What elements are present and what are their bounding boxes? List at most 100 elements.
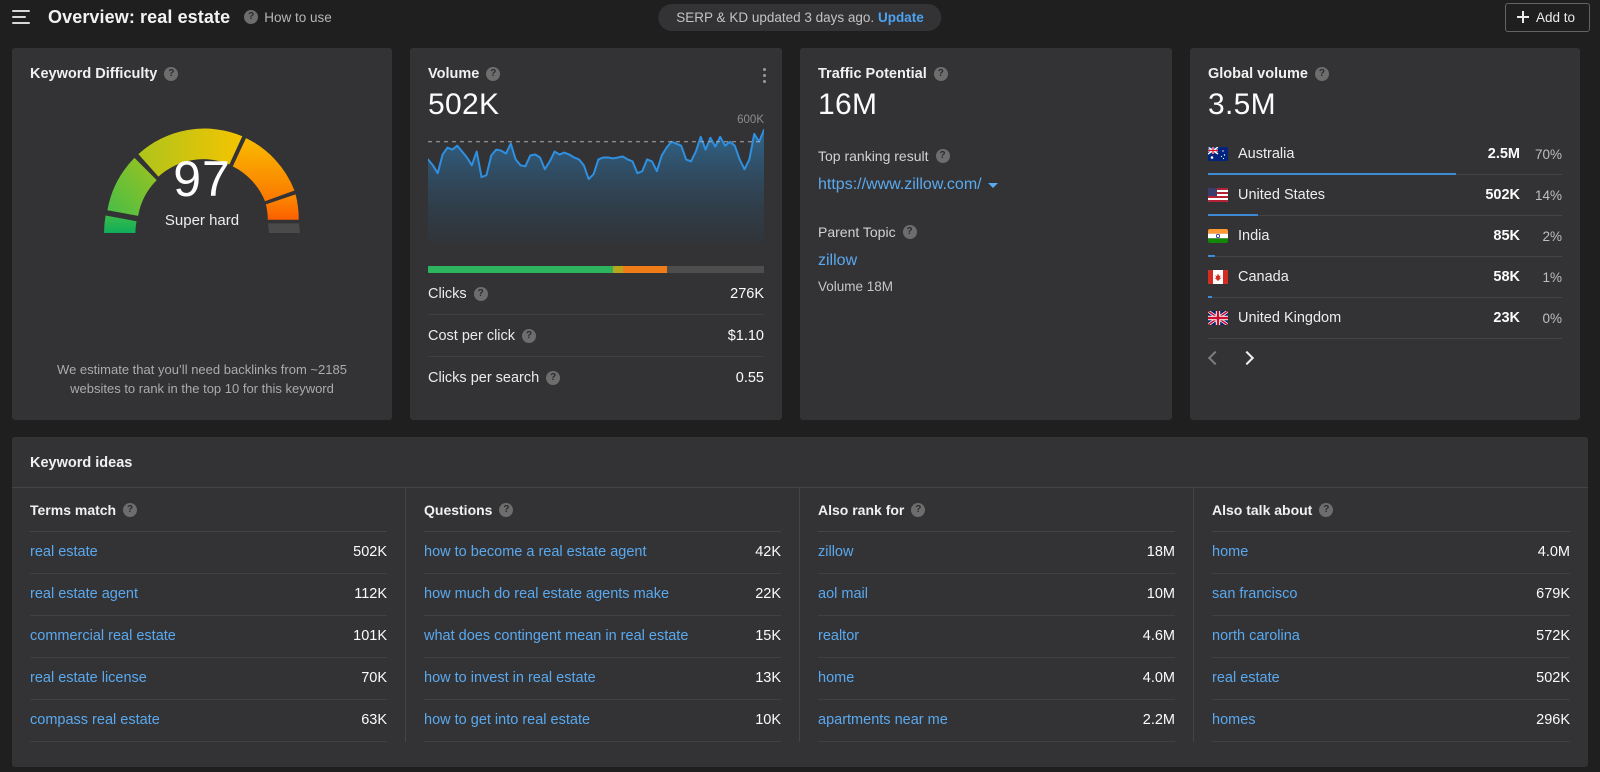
keyword-idea-row[interactable]: how much do real estate agents make 22K — [424, 574, 781, 616]
global-volume-row[interactable]: United States 502K 14% — [1208, 175, 1562, 216]
global-volume-row[interactable]: Canada 58K 1% — [1208, 257, 1562, 298]
country-percent: 1% — [1542, 269, 1562, 285]
plus-icon — [1516, 11, 1529, 23]
keyword-ideas-column-header: Questions? — [424, 488, 781, 532]
help-icon[interactable]: ? — [499, 502, 514, 517]
keyword-difficulty-level: Super hard — [164, 212, 240, 229]
keyword-idea-row[interactable]: commercial real estate 101K — [30, 616, 387, 658]
global-volume-row[interactable]: India 85K 2% — [1208, 216, 1562, 257]
keyword-link[interactable]: what does contingent mean in real estate — [424, 626, 745, 647]
global-volume-value: 3.5M — [1208, 88, 1276, 121]
country-name: Canada — [1238, 269, 1289, 285]
column-label: Also rank for — [818, 501, 905, 518]
help-icon[interactable]: ? — [911, 502, 926, 517]
hamburger-menu-icon[interactable] — [12, 10, 30, 24]
united-states-flag-icon — [1208, 188, 1228, 202]
keyword-ideas-column: Questions? how to become a real estate ag… — [406, 488, 800, 742]
keyword-idea-row[interactable]: san francisco 679K — [1212, 574, 1570, 616]
next-page-icon[interactable] — [1239, 350, 1255, 366]
keyword-idea-row[interactable]: realtor 4.6M — [818, 616, 1175, 658]
keyword-volume: 572K — [1536, 628, 1570, 644]
keyword-idea-row[interactable]: how to become a real estate agent 42K — [424, 532, 781, 574]
keyword-idea-row[interactable]: compass real estate 63K — [30, 700, 387, 742]
help-icon[interactable]: ? — [164, 67, 179, 81]
keyword-link[interactable]: home — [818, 668, 1133, 689]
global-volume-row[interactable]: United Kingdom 23K 0% — [1208, 298, 1562, 339]
keyword-link[interactable]: realtor — [818, 626, 1133, 647]
keyword-idea-row[interactable]: north carolina 572K — [1212, 616, 1570, 658]
keyword-link[interactable]: real estate agent — [30, 584, 344, 605]
keyword-link[interactable]: how much do real estate agents make — [424, 584, 745, 605]
column-label: Terms match — [30, 501, 117, 518]
traffic-potential-header: Traffic Potential ? — [800, 48, 1172, 82]
keyword-idea-row[interactable]: apartments near me 2.2M — [818, 700, 1175, 742]
keyword-idea-row[interactable]: home 4.0M — [1212, 532, 1570, 574]
parent-topic-volume: Volume 18M — [818, 279, 894, 294]
keyword-link[interactable]: north carolina — [1212, 626, 1526, 647]
help-icon[interactable]: ? — [244, 10, 259, 24]
global-volume-row[interactable]: Australia 2.5M 70% — [1208, 134, 1562, 175]
keyword-volume: 4.0M — [1537, 544, 1570, 560]
previous-page-icon[interactable] — [1207, 350, 1223, 366]
volume-options-icon[interactable] — [761, 66, 768, 85]
keyword-link[interactable]: home — [1212, 542, 1528, 563]
keyword-link[interactable]: zillow — [818, 542, 1137, 563]
cost-per-click-label: Cost per click — [428, 327, 516, 344]
parent-topic-link[interactable]: zillow — [800, 252, 1172, 270]
keyword-link[interactable]: commercial real estate — [30, 626, 343, 647]
help-icon[interactable]: ? — [933, 67, 948, 81]
keyword-link[interactable]: homes — [1212, 710, 1526, 731]
top-ranking-result-url[interactable]: https://www.zillow.com/ — [800, 176, 1172, 194]
keyword-difficulty-note: We estimate that you’ll need backlinks f… — [57, 362, 347, 396]
keyword-link[interactable]: apartments near me — [818, 710, 1133, 731]
volume-metric-row: Clicks per search? 0.55 — [428, 357, 764, 399]
keyword-idea-row[interactable]: real estate 502K — [1212, 658, 1570, 700]
help-icon[interactable]: ? — [486, 67, 501, 81]
keyword-link[interactable]: real estate — [1212, 668, 1526, 689]
help-icon[interactable]: ? — [1314, 67, 1329, 81]
keyword-link[interactable]: how to get into real estate — [424, 710, 745, 731]
country-name: Australia — [1238, 146, 1295, 162]
keyword-volume: 13K — [755, 670, 781, 686]
keyword-link[interactable]: real estate — [30, 542, 343, 563]
keyword-volume: 70K — [361, 670, 387, 686]
keyword-idea-row[interactable]: real estate license 70K — [30, 658, 387, 700]
help-icon[interactable]: ? — [902, 225, 917, 239]
top-ranking-result-label-row: Top ranking result ? — [800, 148, 1172, 164]
chevron-down-icon[interactable] — [987, 182, 998, 188]
keyword-idea-row[interactable]: home 4.0M — [818, 658, 1175, 700]
keyword-idea-row[interactable]: aol mail 10M — [818, 574, 1175, 616]
help-icon[interactable]: ? — [935, 149, 950, 163]
keyword-idea-row[interactable]: real estate agent 112K — [30, 574, 387, 616]
keyword-volume: 4.0M — [1142, 670, 1175, 686]
update-link[interactable]: Update — [878, 10, 924, 25]
keyword-idea-row[interactable]: zillow 18M — [818, 532, 1175, 574]
metric-cards-row: Keyword Difficulty ? 97 Super hard We es… — [0, 34, 1600, 420]
keyword-idea-row[interactable]: what does contingent mean in real estate… — [424, 616, 781, 658]
keyword-idea-row[interactable]: how to invest in real estate 13K — [424, 658, 781, 700]
keyword-link[interactable]: real estate license — [30, 668, 351, 689]
traffic-potential-card: Traffic Potential ? 16M Top ranking resu… — [800, 48, 1172, 420]
keyword-idea-row[interactable]: homes 296K — [1212, 700, 1570, 742]
keyword-idea-row[interactable]: how to get into real estate 10K — [424, 700, 781, 742]
keyword-volume: 679K — [1536, 586, 1570, 602]
help-icon[interactable]: ? — [522, 328, 537, 343]
keyword-link[interactable]: how to become a real estate agent — [424, 542, 745, 563]
sparkline-svg — [428, 128, 764, 244]
country-volume: 23K — [1493, 310, 1520, 326]
country-volume: 85K — [1493, 228, 1520, 244]
keyword-link[interactable]: compass real estate — [30, 710, 351, 731]
country-volume: 502K — [1485, 187, 1520, 203]
add-to-button[interactable]: Add to — [1504, 2, 1590, 32]
keyword-link[interactable]: san francisco — [1212, 584, 1526, 605]
help-icon[interactable]: ? — [123, 502, 138, 517]
help-icon[interactable]: ? — [1319, 502, 1334, 517]
help-icon[interactable]: ? — [546, 371, 561, 385]
keyword-idea-row[interactable]: real estate 502K — [30, 532, 387, 574]
help-icon[interactable]: ? — [473, 286, 488, 301]
country-percent: 70% — [1534, 146, 1562, 162]
keyword-link[interactable]: aol mail — [818, 584, 1137, 605]
keyword-link[interactable]: how to invest in real estate — [424, 668, 745, 689]
add-to-label: Add to — [1535, 9, 1575, 25]
how-to-use-link[interactable]: ? How to use — [244, 10, 332, 25]
